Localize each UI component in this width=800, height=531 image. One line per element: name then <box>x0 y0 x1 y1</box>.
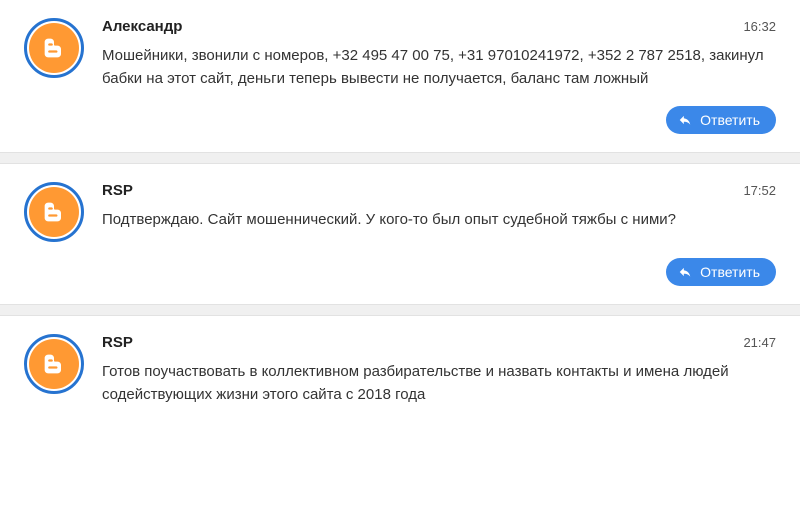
comment-divider <box>0 304 800 316</box>
blogger-icon <box>29 187 79 237</box>
reply-button[interactable]: Ответить <box>666 106 776 134</box>
comment: Александр 16:32 Мошейники, звонили с ном… <box>0 0 800 98</box>
comment-author: RSP <box>102 182 133 199</box>
comment-body: RSP 21:47 Готов поучаствовать в коллекти… <box>102 334 776 406</box>
comment-author: Александр <box>102 18 182 35</box>
blogger-icon <box>29 23 79 73</box>
reply-button-label: Ответить <box>700 112 760 128</box>
comment-time: 16:32 <box>743 19 776 34</box>
reply-row: Ответить <box>0 98 800 152</box>
comment-time: 21:47 <box>743 335 776 350</box>
comment-author: RSP <box>102 334 133 351</box>
blogger-icon <box>29 339 79 389</box>
comment-body: Александр 16:32 Мошейники, звонили с ном… <box>102 18 776 90</box>
avatar[interactable] <box>24 18 84 78</box>
comment-header: RSP 21:47 <box>102 334 776 351</box>
comment-text: Подтверждаю. Сайт мошеннический. У кого-… <box>102 209 776 232</box>
comment-body: RSP 17:52 Подтверждаю. Сайт мошеннически… <box>102 182 776 232</box>
comment-header: Александр 16:32 <box>102 18 776 35</box>
comment-divider <box>0 152 800 164</box>
comment-text: Мошейники, звонили с номеров, +32 495 47… <box>102 45 776 90</box>
comment-time: 17:52 <box>743 183 776 198</box>
reply-row: Ответить <box>0 250 800 304</box>
comment-header: RSP 17:52 <box>102 182 776 199</box>
avatar[interactable] <box>24 334 84 394</box>
reply-arrow-icon <box>678 265 692 279</box>
comment: RSP 17:52 Подтверждаю. Сайт мошеннически… <box>0 164 800 250</box>
avatar[interactable] <box>24 182 84 242</box>
reply-button-label: Ответить <box>700 264 760 280</box>
reply-button[interactable]: Ответить <box>666 258 776 286</box>
comment-text: Готов поучаствовать в коллективном разби… <box>102 361 776 406</box>
comment: RSP 21:47 Готов поучаствовать в коллекти… <box>0 316 800 422</box>
reply-arrow-icon <box>678 113 692 127</box>
